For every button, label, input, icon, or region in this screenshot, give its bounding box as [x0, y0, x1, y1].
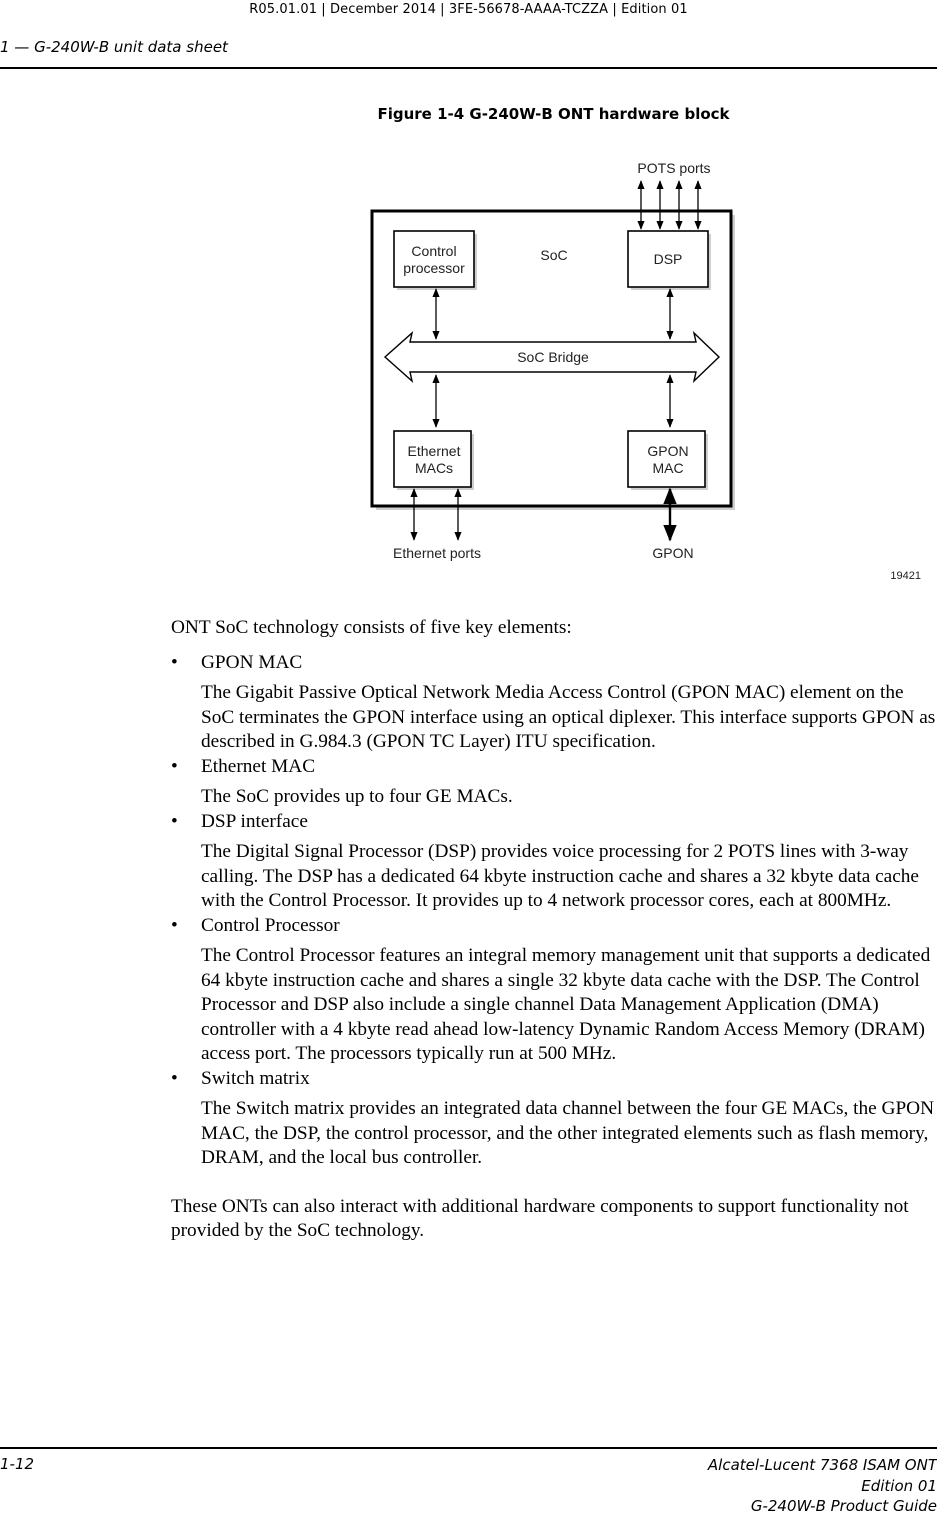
- body-text: ONT SoC technology consists of five key …: [171, 616, 937, 1244]
- bullet-icon: •: [171, 914, 178, 936]
- list-item-description: The Digital Signal Processor (DSP) provi…: [201, 841, 919, 911]
- footer-edition: Edition 01: [861, 1476, 937, 1495]
- list-item-description: The Switch matrix provides an integrated…: [201, 1098, 935, 1168]
- bullet-icon: •: [171, 755, 178, 777]
- soc-bridge-label: SoC Bridge: [517, 349, 589, 365]
- list-item-gpon-mac: • GPON MAC The Gigabit Passive Optical N…: [171, 651, 937, 755]
- list-item-heading: Ethernet MAC: [201, 755, 316, 777]
- ethernet-macs-block: [393, 430, 472, 488]
- hardware-block-diagram: Control processor SoC DSP POTS ports SoC…: [370, 160, 921, 582]
- ethernet-ports-label: Ethernet ports: [393, 545, 481, 561]
- ethernet-macs-label-2: MACs: [415, 460, 453, 476]
- dsp-label: DSP: [654, 251, 683, 267]
- gpon-mac-label-2: MAC: [652, 460, 683, 476]
- list-item-description: The Control Processor features an integr…: [201, 945, 931, 1064]
- closing-paragraph: These ONTs can also interact with additi…: [171, 1195, 909, 1242]
- pots-ports-label: POTS ports: [637, 160, 710, 176]
- bullet-icon: •: [171, 810, 178, 832]
- gpon-label: GPON: [652, 545, 693, 561]
- gpon-mac-block: [627, 430, 706, 488]
- soc-label: SoC: [540, 247, 567, 263]
- list-item-heading: Control Processor: [201, 914, 340, 936]
- footer-guide: G-240W-B Product Guide: [750, 1497, 937, 1515]
- footer-rule: [0, 1447, 937, 1449]
- list-item-switch-matrix: • Switch matrix The Switch matrix provid…: [171, 1067, 937, 1171]
- footer-product: Alcatel-Lucent 7368 ISAM ONT: [707, 1456, 937, 1474]
- control-processor-label-1: Control: [411, 243, 456, 259]
- list-item-description: The Gigabit Passive Optical Network Medi…: [201, 682, 936, 752]
- page-number: 1-12: [0, 1455, 35, 1473]
- ethernet-macs-label-1: Ethernet: [408, 443, 461, 459]
- list-item-heading: GPON MAC: [201, 651, 303, 673]
- control-processor-label-2: processor: [403, 260, 465, 276]
- bullet-icon: •: [171, 651, 178, 673]
- figure-id: 19421: [890, 570, 921, 582]
- footer-info: Alcatel-Lucent 7368 ISAM ONT Edition 01 …: [708, 1455, 937, 1517]
- list-item-control-processor: • Control Processor The Control Processo…: [171, 914, 937, 1067]
- list-item-ethernet-mac: • Ethernet MAC The SoC provides up to fo…: [171, 755, 937, 810]
- control-processor-block: [393, 230, 475, 288]
- list-item-heading: Switch matrix: [201, 1067, 310, 1089]
- list-item-description: The SoC provides up to four GE MACs.: [201, 786, 513, 807]
- bullet-icon: •: [171, 1067, 178, 1089]
- list-item-heading: DSP interface: [201, 810, 308, 832]
- gpon-mac-label-1: GPON: [647, 443, 688, 459]
- intro-paragraph: ONT SoC technology consists of five key …: [171, 617, 572, 638]
- list-item-dsp-interface: • DSP interface The Digital Signal Proce…: [171, 810, 937, 914]
